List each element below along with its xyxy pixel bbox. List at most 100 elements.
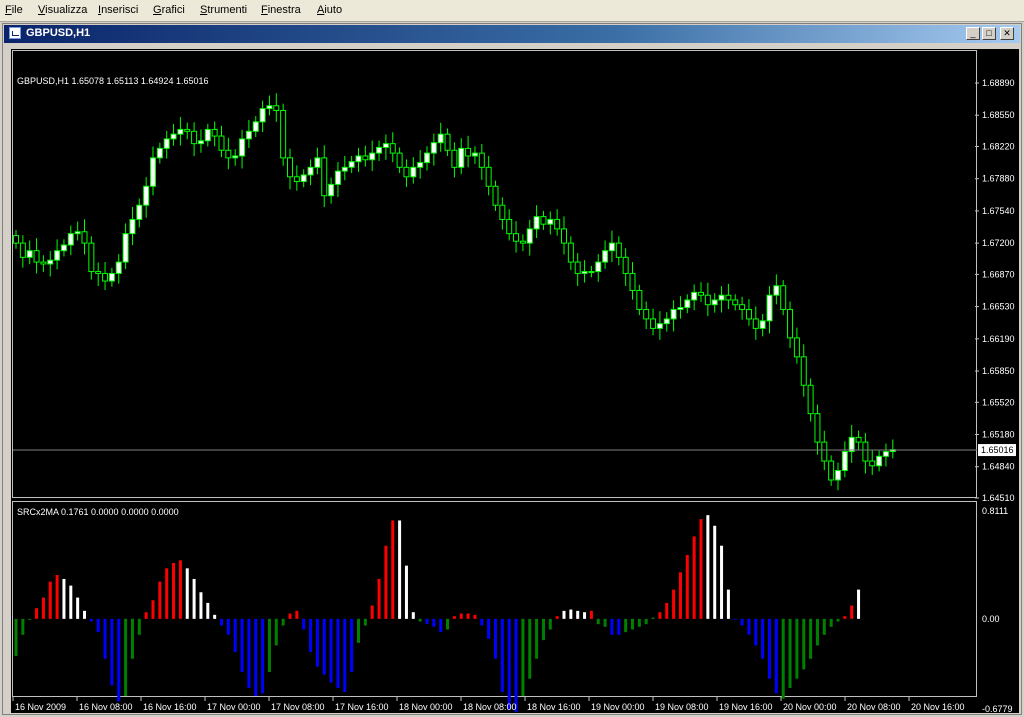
histogram-bar [55, 574, 59, 619]
candle [561, 216, 567, 255]
candle [19, 235, 26, 268]
candle [307, 159, 314, 186]
candle [362, 145, 369, 167]
menu-item-aiuto[interactable]: Aiuto [317, 4, 342, 16]
histogram-bar [96, 618, 100, 633]
candle [376, 140, 383, 162]
candle [40, 255, 47, 272]
candle [828, 455, 835, 486]
candle [177, 116, 184, 146]
candle-body [396, 152, 403, 168]
histogram-bar [48, 581, 52, 619]
histogram-bar [692, 536, 696, 619]
histogram-bar [377, 578, 381, 619]
histogram-bar [322, 618, 326, 675]
histogram-bar [336, 618, 340, 689]
candle [156, 142, 163, 164]
histogram-bar [809, 618, 813, 659]
histogram-bar [28, 618, 32, 620]
candle-body [506, 218, 513, 235]
histogram-bar [185, 568, 189, 619]
candle-body [47, 259, 54, 265]
candle [787, 301, 794, 349]
candle-body [136, 204, 143, 220]
histogram-bar [631, 618, 634, 630]
minimize-button[interactable]: _ [966, 27, 980, 40]
candle [451, 142, 458, 178]
candle-body [266, 105, 273, 110]
candle [143, 177, 150, 218]
candle-body [732, 299, 739, 306]
histogram-bar [507, 618, 511, 710]
chart-canvas[interactable]: 1.68890 1.68550 1.68220 1.67880 1.67540 1.672… [11, 49, 1019, 714]
menu-item-grafici[interactable]: Grafici [153, 4, 185, 16]
histogram-bar [309, 618, 313, 653]
price-axis-label: 1.65520 [982, 397, 1015, 407]
candle-body [581, 271, 588, 274]
candle [882, 443, 889, 467]
histogram-bar [521, 618, 525, 696]
candle-body [465, 147, 472, 157]
title-bar[interactable]: GBPUSD,H1 _ □ ✕ [4, 25, 1020, 43]
candle [293, 165, 300, 191]
candle [574, 252, 581, 286]
menu-item-inserisci[interactable]: Inserisci [98, 4, 138, 16]
maximize-button[interactable]: □ [982, 27, 996, 40]
menu-item-file[interactable]: File [5, 4, 23, 16]
candle-body [752, 318, 759, 329]
histogram-bar [781, 618, 785, 699]
candle [424, 146, 430, 171]
candle [245, 119, 252, 148]
candle-body [862, 441, 869, 462]
candle [232, 149, 239, 166]
candle [13, 229, 19, 249]
candle [889, 439, 896, 459]
candle [485, 155, 492, 196]
histogram-bar [596, 618, 600, 625]
candle-body [567, 242, 574, 263]
histogram-bar [583, 612, 587, 619]
candle [321, 145, 328, 208]
histogram-bar [137, 618, 141, 635]
time-axis-label: 19 Nov 08:00 [655, 702, 709, 712]
histogram-bar [637, 618, 641, 627]
candle [204, 123, 211, 147]
candle [691, 284, 698, 311]
menu-item-strumenti[interactable]: Strumenti [200, 4, 247, 16]
candle-body [650, 318, 657, 329]
candle [300, 169, 307, 188]
histogram-bar [843, 616, 847, 619]
histogram-bar [35, 608, 39, 619]
histogram-bar [788, 618, 792, 689]
candle-body [95, 271, 102, 274]
close-button[interactable]: ✕ [1000, 27, 1014, 40]
candle [47, 251, 54, 277]
candle-body [225, 149, 232, 159]
candle [239, 129, 246, 169]
candle-body [711, 299, 718, 306]
candle-body [828, 460, 835, 481]
candle-body [170, 133, 177, 140]
histogram-bar [315, 618, 319, 667]
candle-body [328, 183, 335, 197]
candle [677, 296, 684, 319]
menu-item-finestra[interactable]: Finestra [261, 4, 301, 16]
histogram-bar [21, 618, 25, 635]
candle [382, 134, 389, 160]
histogram-bar [267, 618, 271, 673]
price-axis-label: 1.67200 [982, 238, 1015, 248]
histogram-bar [610, 618, 614, 635]
chart-area[interactable]: 1.68890 1.68550 1.68220 1.67880 1.67540 1.672… [11, 49, 1019, 714]
histogram-bar [192, 578, 196, 619]
histogram-bar [274, 618, 278, 646]
candle-body [615, 242, 622, 258]
histogram-bar [802, 618, 806, 670]
menu-item-visualizza[interactable]: Visualizza [38, 4, 87, 16]
candle-body [739, 304, 746, 310]
histogram-bar [829, 618, 833, 627]
candle-body [485, 166, 492, 187]
histogram-bar [165, 568, 169, 619]
histogram-bar [370, 605, 374, 619]
histogram-bar [213, 614, 217, 619]
candle-body [471, 152, 478, 157]
